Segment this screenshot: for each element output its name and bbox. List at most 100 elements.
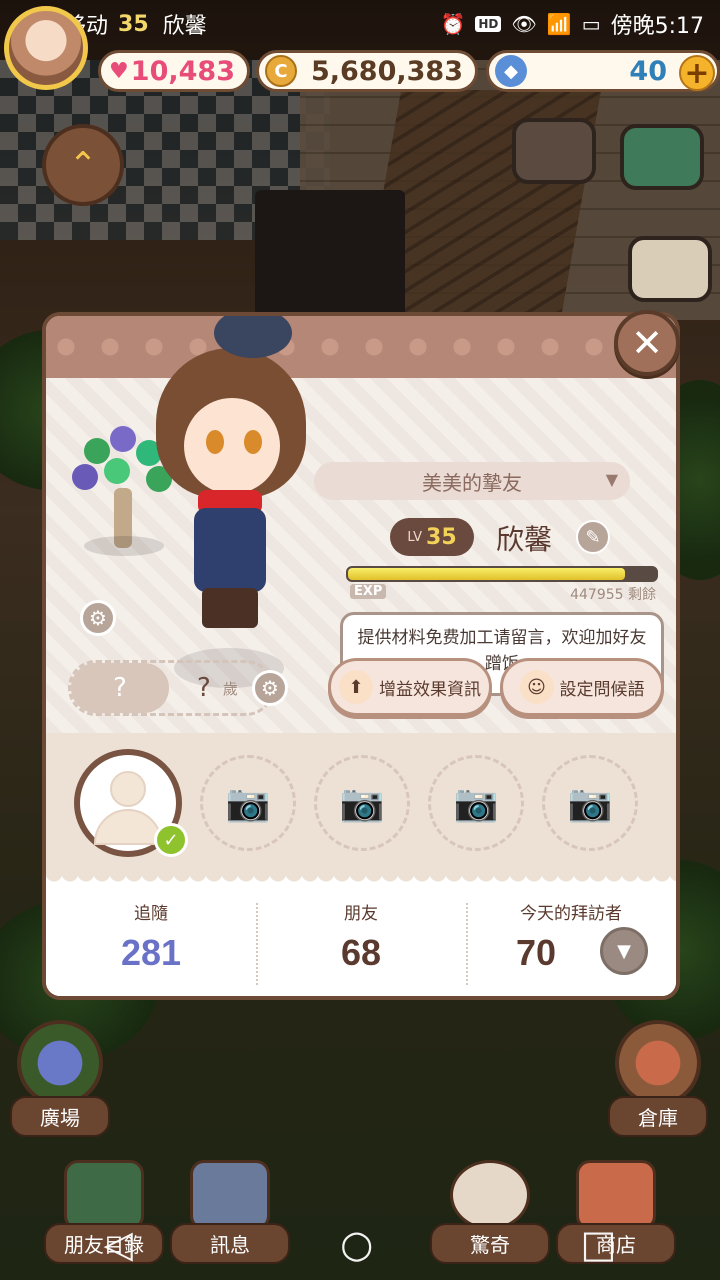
character-eye bbox=[244, 430, 262, 454]
heart-icon: ♥ bbox=[109, 58, 129, 84]
tree-settings-button[interactable]: ⚙ bbox=[80, 600, 116, 636]
android-status-bar: 中国移动 35 欣馨 ⏰ HD 👁 📶 ▭ 傍晚5:17 bbox=[0, 0, 720, 48]
chevron-down-icon: ▼ bbox=[617, 940, 631, 962]
tree-leaf bbox=[84, 438, 110, 464]
wifi-icon: 📶 bbox=[546, 12, 572, 36]
close-button[interactable]: ✕ bbox=[614, 310, 680, 376]
pencil-icon: ✎ bbox=[585, 526, 601, 548]
gender-icon: ? bbox=[71, 663, 169, 713]
player-character[interactable] bbox=[136, 316, 326, 648]
add-photo-slot[interactable]: 📷 bbox=[428, 755, 524, 851]
age-unit: 歲 bbox=[222, 679, 238, 698]
gear-icon: ⚙ bbox=[261, 676, 279, 700]
edit-name-button[interactable]: ✎ bbox=[576, 520, 610, 554]
camera-plus-icon: 📷 bbox=[453, 783, 499, 824]
profile-top-section: ⚙ 美美的摯友 ▼ LV 35 欣馨 ✎ EXP 447955 剩餘 提供材料免… bbox=[46, 316, 676, 733]
default-avatar-head bbox=[110, 771, 146, 807]
exp-remaining-suffix: 剩餘 bbox=[628, 587, 656, 603]
gender-age-field[interactable]: ? ? 歲 bbox=[68, 660, 274, 716]
expand-menu-button[interactable]: ⌃ bbox=[42, 124, 124, 206]
visitors-label: 今天的拜訪者 bbox=[520, 904, 622, 924]
friends-value: 68 bbox=[340, 932, 382, 973]
visitors-stat: 今天的拜訪者 70 ▼ bbox=[466, 885, 676, 996]
level-badge: LV 35 bbox=[390, 518, 474, 556]
square-icon bbox=[17, 1020, 103, 1106]
gems-counter[interactable]: ◆ 40 + bbox=[486, 50, 720, 92]
buff-icon: ⬆ bbox=[339, 670, 373, 704]
back-icon[interactable]: ◁ bbox=[104, 1222, 133, 1266]
top-level-label: 35 bbox=[118, 11, 149, 37]
gem-icon: ◆ bbox=[495, 55, 527, 87]
player-avatar-top[interactable] bbox=[4, 6, 88, 90]
buff-info-label: 增益效果資訊 bbox=[379, 679, 481, 700]
followers-value: 281 bbox=[120, 932, 182, 973]
storage-icon bbox=[615, 1020, 701, 1106]
visitors-value: 70 bbox=[515, 932, 557, 973]
camera-plus-icon: 📷 bbox=[567, 783, 613, 824]
add-photo-slot[interactable]: 📷 bbox=[542, 755, 638, 851]
tree-leaf bbox=[104, 458, 130, 484]
default-avatar-body bbox=[94, 809, 162, 845]
decorate-button[interactable] bbox=[512, 118, 596, 184]
storage-label: 倉庫 bbox=[608, 1096, 708, 1137]
add-photo-slot[interactable]: 📷 bbox=[200, 755, 296, 851]
profile-modal: ⚙ 美美的摯友 ▼ LV 35 欣馨 ✎ EXP 447955 剩餘 提供材料免… bbox=[42, 312, 680, 1000]
age-settings-button[interactable]: ⚙ bbox=[252, 670, 288, 706]
character-face bbox=[184, 398, 280, 494]
square-button[interactable]: 廣場 bbox=[10, 1020, 110, 1140]
character-body bbox=[194, 508, 266, 592]
stats-row: 追隨 281 朋友 68 今天的拜訪者 70 ▼ bbox=[46, 885, 676, 996]
gold-value: 5,680,383 bbox=[310, 55, 463, 87]
exp-label: EXP bbox=[350, 584, 387, 599]
clock-label: 傍晚5:17 bbox=[610, 14, 704, 39]
check-icon: ✓ bbox=[154, 823, 188, 857]
age-value: ? bbox=[197, 673, 211, 703]
tree-leaf bbox=[110, 426, 136, 452]
level-prefix: LV bbox=[407, 529, 423, 545]
close-icon: ✕ bbox=[631, 321, 663, 365]
pet-bird bbox=[214, 316, 292, 358]
hd-icon: HD bbox=[475, 16, 502, 32]
recents-icon[interactable]: □ bbox=[580, 1222, 616, 1266]
eye-icon: 👁 bbox=[511, 12, 537, 36]
exp-progress-fill bbox=[348, 568, 626, 580]
followers-stat[interactable]: 追隨 281 bbox=[46, 885, 256, 996]
visitors-dropdown-button[interactable]: ▼ bbox=[600, 927, 648, 975]
storage-button[interactable]: 倉庫 bbox=[608, 1020, 708, 1140]
exp-remaining: 447955 剩餘 bbox=[516, 584, 656, 604]
character-eye bbox=[206, 430, 224, 454]
caret-down-icon: ▼ bbox=[605, 470, 618, 489]
square-label: 廣場 bbox=[10, 1096, 110, 1137]
camera-plus-icon: 📷 bbox=[225, 783, 271, 824]
quest-board-button[interactable] bbox=[628, 236, 712, 302]
relation-select[interactable]: 美美的摯友 ▼ bbox=[314, 462, 630, 500]
buff-info-button[interactable]: ⬆ 增益效果資訊 bbox=[328, 658, 492, 716]
gold-counter[interactable]: C 5,680,383 bbox=[256, 50, 478, 92]
friends-stat[interactable]: 朋友 68 bbox=[256, 885, 466, 996]
main-profile-photo[interactable]: ✓ bbox=[74, 749, 188, 857]
system-navigation-bar: ◁ ○ □ bbox=[0, 1208, 720, 1280]
chevron-up-icon: ⌃ bbox=[68, 145, 98, 185]
battery-icon: ▭ bbox=[581, 12, 601, 36]
level-value: 35 bbox=[426, 524, 457, 550]
face-icon: ☺ bbox=[519, 670, 554, 704]
set-greeting-button[interactable]: ☺ 設定問候語 bbox=[500, 658, 664, 716]
tree-leaf bbox=[72, 464, 98, 490]
add-gems-button[interactable]: + bbox=[679, 55, 715, 91]
add-photo-slot[interactable]: 📷 bbox=[314, 755, 410, 851]
hearts-counter[interactable]: ♥ 10,483 bbox=[98, 50, 250, 92]
friends-label: 朋友 bbox=[344, 904, 378, 924]
home-icon[interactable]: ○ bbox=[340, 1222, 373, 1266]
player-name: 欣馨 bbox=[496, 523, 553, 556]
exp-progress-bar bbox=[346, 566, 658, 582]
gear-icon: ⚙ bbox=[89, 606, 107, 630]
set-greeting-label: 設定問候語 bbox=[559, 679, 645, 700]
exp-remaining-value: 447955 bbox=[570, 587, 624, 603]
hearts-value: 10,483 bbox=[130, 55, 235, 87]
camera-plus-icon: 📷 bbox=[339, 783, 385, 824]
storage-box-button[interactable] bbox=[620, 124, 704, 190]
followers-label: 追隨 bbox=[134, 904, 168, 924]
relation-label: 美美的摯友 bbox=[422, 470, 522, 495]
character-legs bbox=[202, 588, 258, 628]
gold-coin-icon: C bbox=[265, 55, 297, 87]
